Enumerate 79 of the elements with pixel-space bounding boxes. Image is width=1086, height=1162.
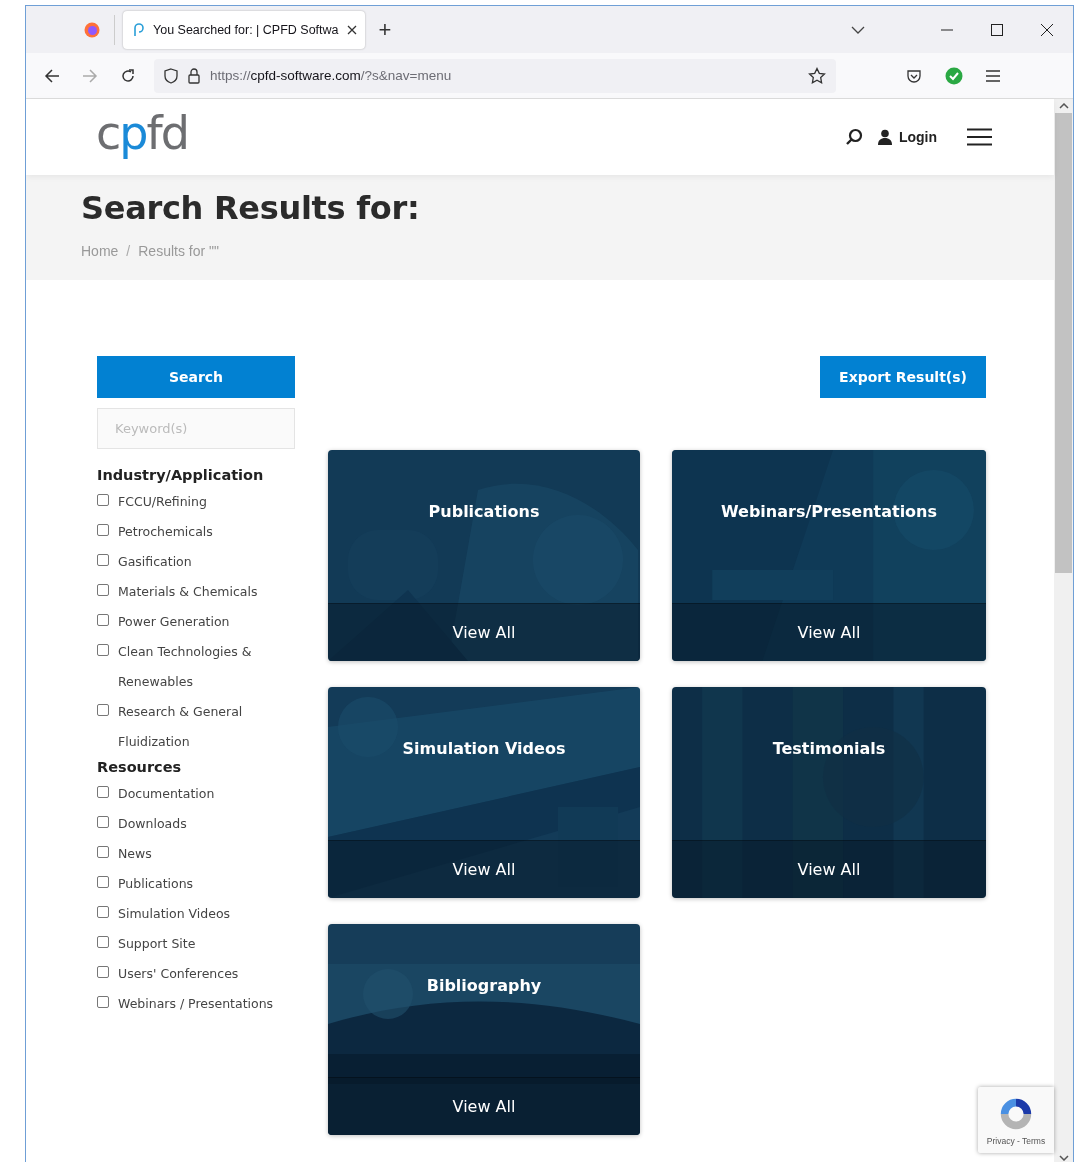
checkbox[interactable] (97, 554, 109, 566)
bookmark-star-icon[interactable] (808, 66, 826, 85)
card-title: Simulation Videos (402, 739, 566, 758)
view-all-link[interactable]: View All (797, 623, 861, 642)
filter-option-label[interactable]: Users' Conferences (118, 959, 288, 989)
filter-option-label[interactable]: Simulation Videos (118, 899, 288, 929)
result-card[interactable]: Simulation Videos View All (328, 687, 640, 898)
keyword-field[interactable]: Keyword(s) (97, 408, 295, 449)
browser-tab[interactable]: You Searched for: | CPFD Softwa (123, 10, 365, 49)
checkbox[interactable] (97, 846, 109, 858)
view-all-link[interactable]: View All (452, 1097, 516, 1116)
user-icon (876, 129, 893, 145)
filter-option-label[interactable]: Support Site (118, 929, 288, 959)
address-field[interactable]: https://cpfd-software.com/?s&nav=menu (210, 68, 452, 83)
filter-option-label[interactable]: Research & General Fluidization (118, 697, 288, 757)
filter-option-label[interactable]: News (118, 839, 288, 869)
check-circle-icon[interactable] (945, 66, 963, 85)
filter-option-label[interactable]: Materials & Chemicals (118, 577, 288, 607)
checkbox[interactable] (97, 876, 109, 888)
maximize-icon[interactable] (991, 23, 1003, 36)
reload-icon[interactable] (120, 67, 136, 84)
filter-option-label[interactable]: Clean Technologies & Renewables (118, 637, 288, 697)
search-icon[interactable] (844, 128, 863, 146)
checkbox[interactable] (97, 614, 109, 626)
filter-option-label[interactable]: Webinars / Presentations (118, 989, 288, 1019)
filter-option-label[interactable]: Downloads (118, 809, 288, 839)
export-button[interactable]: Export Result(s) (820, 356, 986, 398)
result-card[interactable]: Webinars/Presentations View All (672, 450, 986, 661)
checkbox[interactable] (97, 584, 109, 596)
page-title: Search Results for: (81, 189, 421, 227)
result-card[interactable]: Testimonials View All (672, 687, 986, 898)
filter-heading: Resources (97, 759, 183, 775)
checkbox[interactable] (97, 786, 109, 798)
filter-option-label[interactable]: Petrochemicals (118, 517, 288, 547)
breadcrumb-current: Results for "" (138, 243, 219, 259)
result-card[interactable]: Bibliography View All (328, 924, 640, 1135)
result-card[interactable]: Publications View All (328, 450, 640, 661)
new-tab-button[interactable]: + (378, 16, 392, 43)
card-title: Testimonials (772, 739, 886, 758)
search-button[interactable]: Search (97, 356, 295, 398)
breadcrumb-separator: / (126, 243, 131, 259)
filter-option-label[interactable]: Documentation (118, 779, 288, 809)
recaptcha-badge[interactable]: Privacy - Terms (978, 1087, 1054, 1153)
scroll-up-icon[interactable] (1058, 103, 1069, 109)
menu-icon[interactable] (967, 128, 992, 146)
tab-title: You Searched for: | CPFD Softwa (153, 22, 339, 37)
checkbox[interactable] (97, 704, 109, 716)
filter-heading: Industry/Application (97, 467, 265, 483)
view-all-link[interactable]: View All (452, 860, 516, 879)
checkbox[interactable] (97, 996, 109, 1008)
checkbox[interactable] (97, 524, 109, 536)
scrollbar-thumb[interactable] (1055, 113, 1072, 573)
card-title: Publications (428, 502, 540, 521)
view-all-link[interactable]: View All (452, 623, 516, 642)
checkbox[interactable] (97, 644, 109, 656)
filter-option-label[interactable]: Gasification (118, 547, 288, 577)
checkbox[interactable] (97, 816, 109, 828)
view-all-link[interactable]: View All (797, 860, 861, 879)
shield-icon (164, 67, 178, 84)
checkbox[interactable] (97, 494, 109, 506)
checkbox[interactable] (97, 936, 109, 948)
browser-logo-icon[interactable] (84, 21, 100, 38)
filter-option-label[interactable]: FCCU/Refining (118, 487, 288, 517)
padlock-icon (188, 67, 200, 84)
filter-option-label[interactable]: Publications (118, 869, 288, 899)
close-icon[interactable] (1041, 23, 1053, 36)
site-favicon-icon (131, 22, 145, 37)
filter-option-label[interactable]: Power Generation (118, 607, 288, 637)
close-icon[interactable] (346, 24, 357, 35)
checkbox[interactable] (97, 906, 109, 918)
pocket-icon[interactable] (906, 67, 922, 84)
checkbox[interactable] (97, 966, 109, 978)
card-title: Webinars/Presentations (721, 502, 937, 521)
back-icon[interactable] (44, 67, 60, 84)
privacy-terms-link[interactable]: Privacy - Terms (986, 1135, 1046, 1146)
scroll-down-icon[interactable] (1058, 1155, 1069, 1161)
login-link[interactable]: Login (876, 129, 937, 145)
tab-list-icon[interactable] (851, 25, 865, 34)
card-title: Bibliography (426, 976, 542, 995)
